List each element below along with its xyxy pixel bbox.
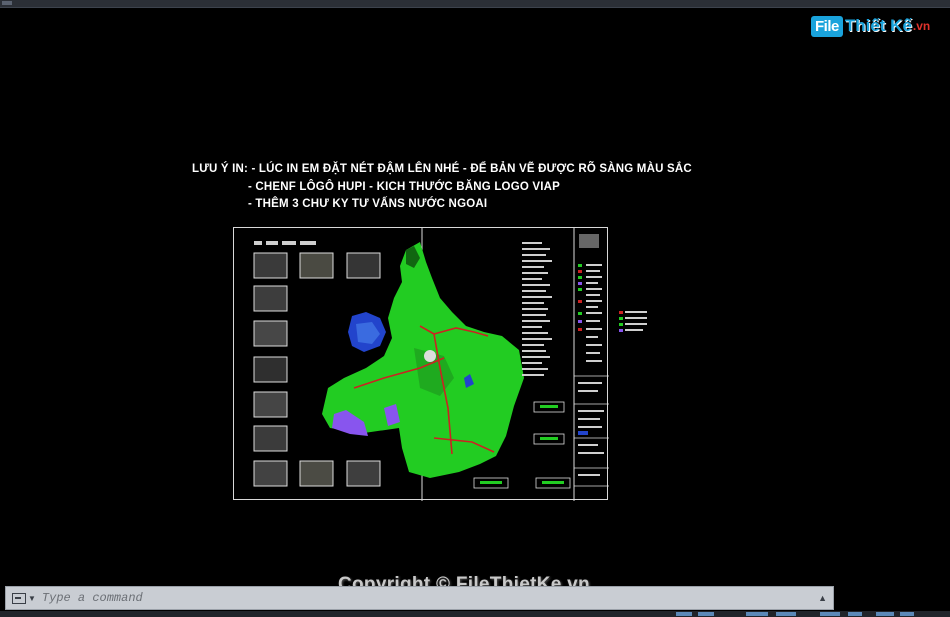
status-bar — [0, 611, 950, 617]
filethietke-logo: File Thiết Kế .vn — [811, 12, 930, 40]
external-legend — [619, 311, 647, 332]
note-line-1: LƯU Ý IN: - LÚC IN EM ĐẶT NÉT ĐẬM LÊN NH… — [192, 163, 692, 175]
drawing-sheet[interactable] — [233, 227, 609, 501]
print-notes: LƯU Ý IN: - LÚC IN EM ĐẶT NÉT ĐẬM LÊN NH… — [192, 161, 692, 214]
title-block — [573, 228, 609, 501]
logo-text: Thiết Kế — [844, 16, 912, 35]
logo-box-text: File — [811, 15, 843, 37]
dropdown-arrow-icon[interactable]: ▼ — [28, 594, 36, 603]
command-history-icon[interactable] — [12, 592, 26, 604]
title-bar — [0, 0, 950, 8]
note-line-2: - CHENF LÔGÔ HUPI - KICH THƯỚC BĂNG LOGO… — [248, 180, 561, 193]
logo-domain: .vn — [912, 19, 931, 33]
app-menu-icon[interactable] — [2, 1, 12, 5]
command-input[interactable] — [35, 587, 819, 609]
photo-thumbnails — [253, 252, 381, 487]
chevron-up-icon[interactable]: ▲ — [818, 593, 827, 603]
map-drawing — [253, 228, 609, 501]
note-line-3: - THÊM 3 CHƯ KY TƯ VẤNS NƯỚC NGOAI — [248, 198, 488, 210]
legend-text — [522, 242, 552, 376]
sheet-title-bars — [254, 241, 316, 245]
command-line-bar: ▼ ▲ — [5, 586, 834, 610]
